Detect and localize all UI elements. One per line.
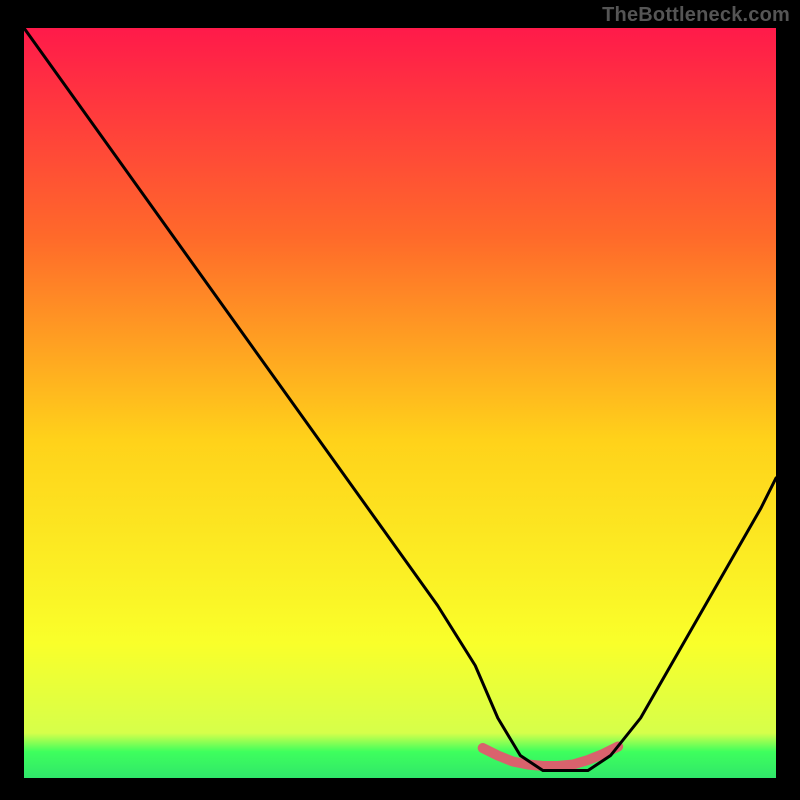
chart-svg (24, 28, 776, 778)
chart-frame: TheBottleneck.com (0, 0, 800, 800)
watermark-text: TheBottleneck.com (602, 4, 790, 27)
gradient-background (24, 28, 776, 778)
plot-area (24, 28, 776, 778)
